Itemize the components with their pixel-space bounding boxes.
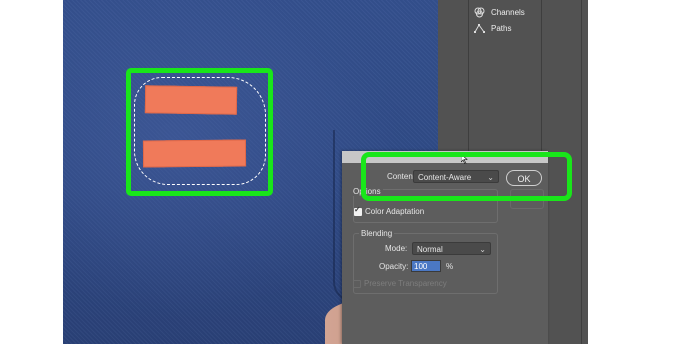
mode-label: Mode: (385, 244, 408, 253)
opacity-value: 100 (414, 262, 428, 271)
panel-item-paths[interactable]: Paths (474, 20, 511, 36)
color-adaptation-label: Color Adaptation (365, 207, 425, 216)
mode-value: Normal (417, 245, 443, 254)
preserve-transparency-label: Preserve Transparency (364, 279, 447, 288)
mode-select[interactable]: Normal ⌄ (412, 242, 491, 255)
panel-item-label: Paths (491, 23, 512, 33)
color-adaptation-checkbox[interactable] (354, 205, 362, 216)
paths-icon (474, 23, 485, 34)
highlight-box-selection (126, 68, 273, 196)
panel-item-label: Channels (491, 7, 525, 17)
panel-divider (581, 0, 582, 344)
blending-title: Blending (359, 229, 395, 238)
channels-icon (474, 7, 485, 18)
opacity-label: Opacity: (379, 262, 409, 271)
window-background (588, 0, 700, 344)
opacity-input[interactable]: 100 (411, 260, 441, 272)
highlight-box-contents (361, 152, 572, 201)
opacity-unit: % (446, 262, 454, 271)
preserve-transparency-checkbox[interactable] (353, 280, 361, 288)
panel-item-channels[interactable]: Channels (474, 4, 525, 20)
chevron-down-icon: ⌄ (479, 245, 486, 254)
